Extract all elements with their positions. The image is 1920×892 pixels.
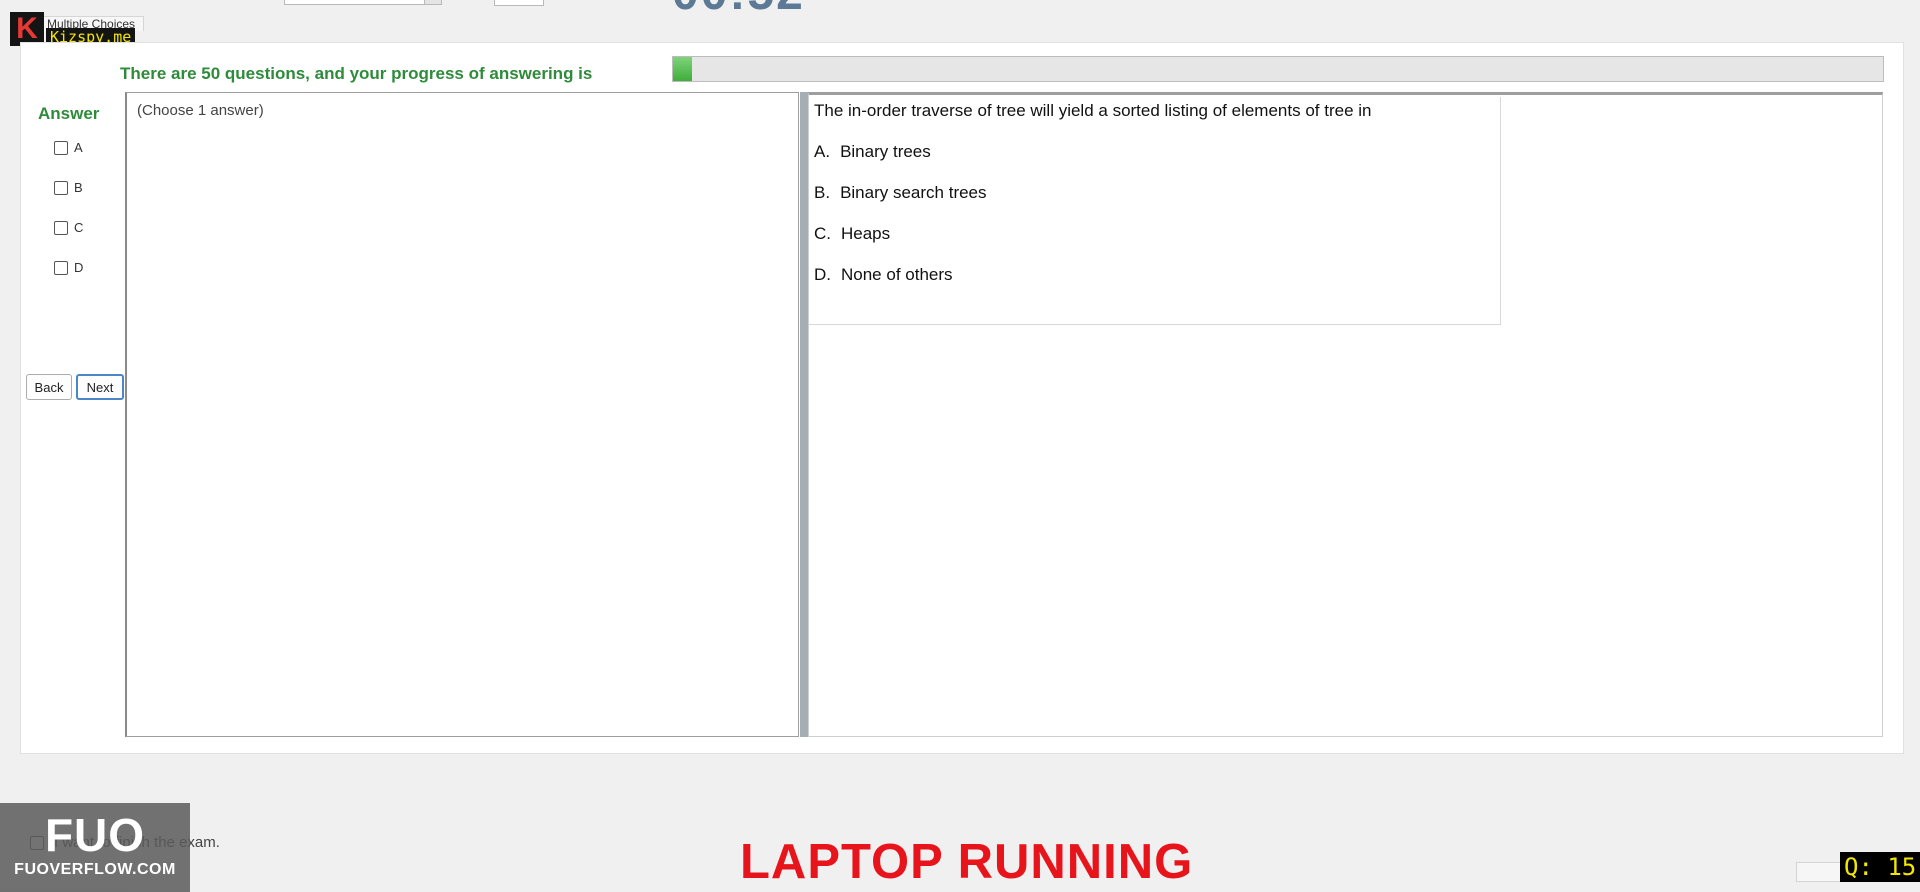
choice-c: C. Heaps (814, 224, 890, 244)
answer-checkbox-c[interactable] (54, 220, 68, 235)
top-combo-box[interactable] (284, 0, 442, 5)
choice-letter: D. (814, 265, 831, 284)
answer-option-label: D (74, 260, 84, 275)
choice-letter: B. (814, 183, 831, 202)
choice-a: A. Binary trees (814, 142, 931, 162)
answer-option-label: A (74, 140, 83, 155)
choice-text: Binary trees (840, 142, 931, 161)
back-button[interactable]: Back (26, 374, 72, 400)
top-small-input[interactable] (494, 0, 544, 6)
choice-b: B. Binary search trees (814, 183, 987, 203)
answer-option-label: B (74, 180, 83, 195)
watermark-top: K Kizspy.me (10, 12, 136, 46)
next-button[interactable]: Next (76, 374, 124, 400)
choice-letter: A. (814, 142, 831, 161)
choice-text: None of others (841, 265, 953, 284)
combo-dropdown-button[interactable] (424, 0, 441, 4)
answer-option-b[interactable]: B (54, 180, 83, 195)
answer-checkbox-a[interactable] (54, 140, 68, 155)
choice-letter: C. (814, 224, 831, 243)
answer-checkbox-b[interactable] (54, 180, 68, 195)
progress-label: There are 50 questions, and your progres… (120, 64, 593, 83)
watermark-bottom: FUO FUOVERFLOW.COM (0, 803, 190, 892)
watermark-fuo-logo: FUO (44, 809, 146, 861)
answer-option-d[interactable]: D (54, 260, 83, 275)
answer-title: Answer (38, 104, 100, 123)
question-pane: The in-order traverse of tree will yield… (808, 92, 1883, 737)
question-text: The in-order traverse of tree will yield… (814, 101, 1372, 120)
question-counter: Q: 15 (1840, 852, 1920, 882)
choose-instruction: (Choose 1 answer) (137, 102, 264, 119)
progress-bar (672, 56, 1884, 82)
choice-d: D. None of others (814, 265, 953, 285)
answer-option-label: C (74, 220, 84, 235)
exam-timer: 00:52 (672, 0, 805, 12)
choice-text: Heaps (841, 224, 891, 243)
watermark-fuo-site: FUOVERFLOW.COM (14, 861, 176, 878)
question-box: The in-order traverse of tree will yield… (809, 97, 1501, 325)
watermark-logo-icon: K (10, 12, 44, 46)
answer-instructions-pane: (Choose 1 answer) (125, 92, 799, 737)
answer-checkbox-d[interactable] (54, 260, 68, 275)
choice-text: Binary search trees (840, 183, 987, 202)
answer-option-c[interactable]: C (54, 220, 83, 235)
status-text: LAPTOP RUNNING (740, 835, 1194, 889)
answer-option-a[interactable]: A (54, 140, 83, 155)
progress-bar-fill (673, 57, 693, 81)
pane-splitter[interactable] (800, 92, 808, 737)
